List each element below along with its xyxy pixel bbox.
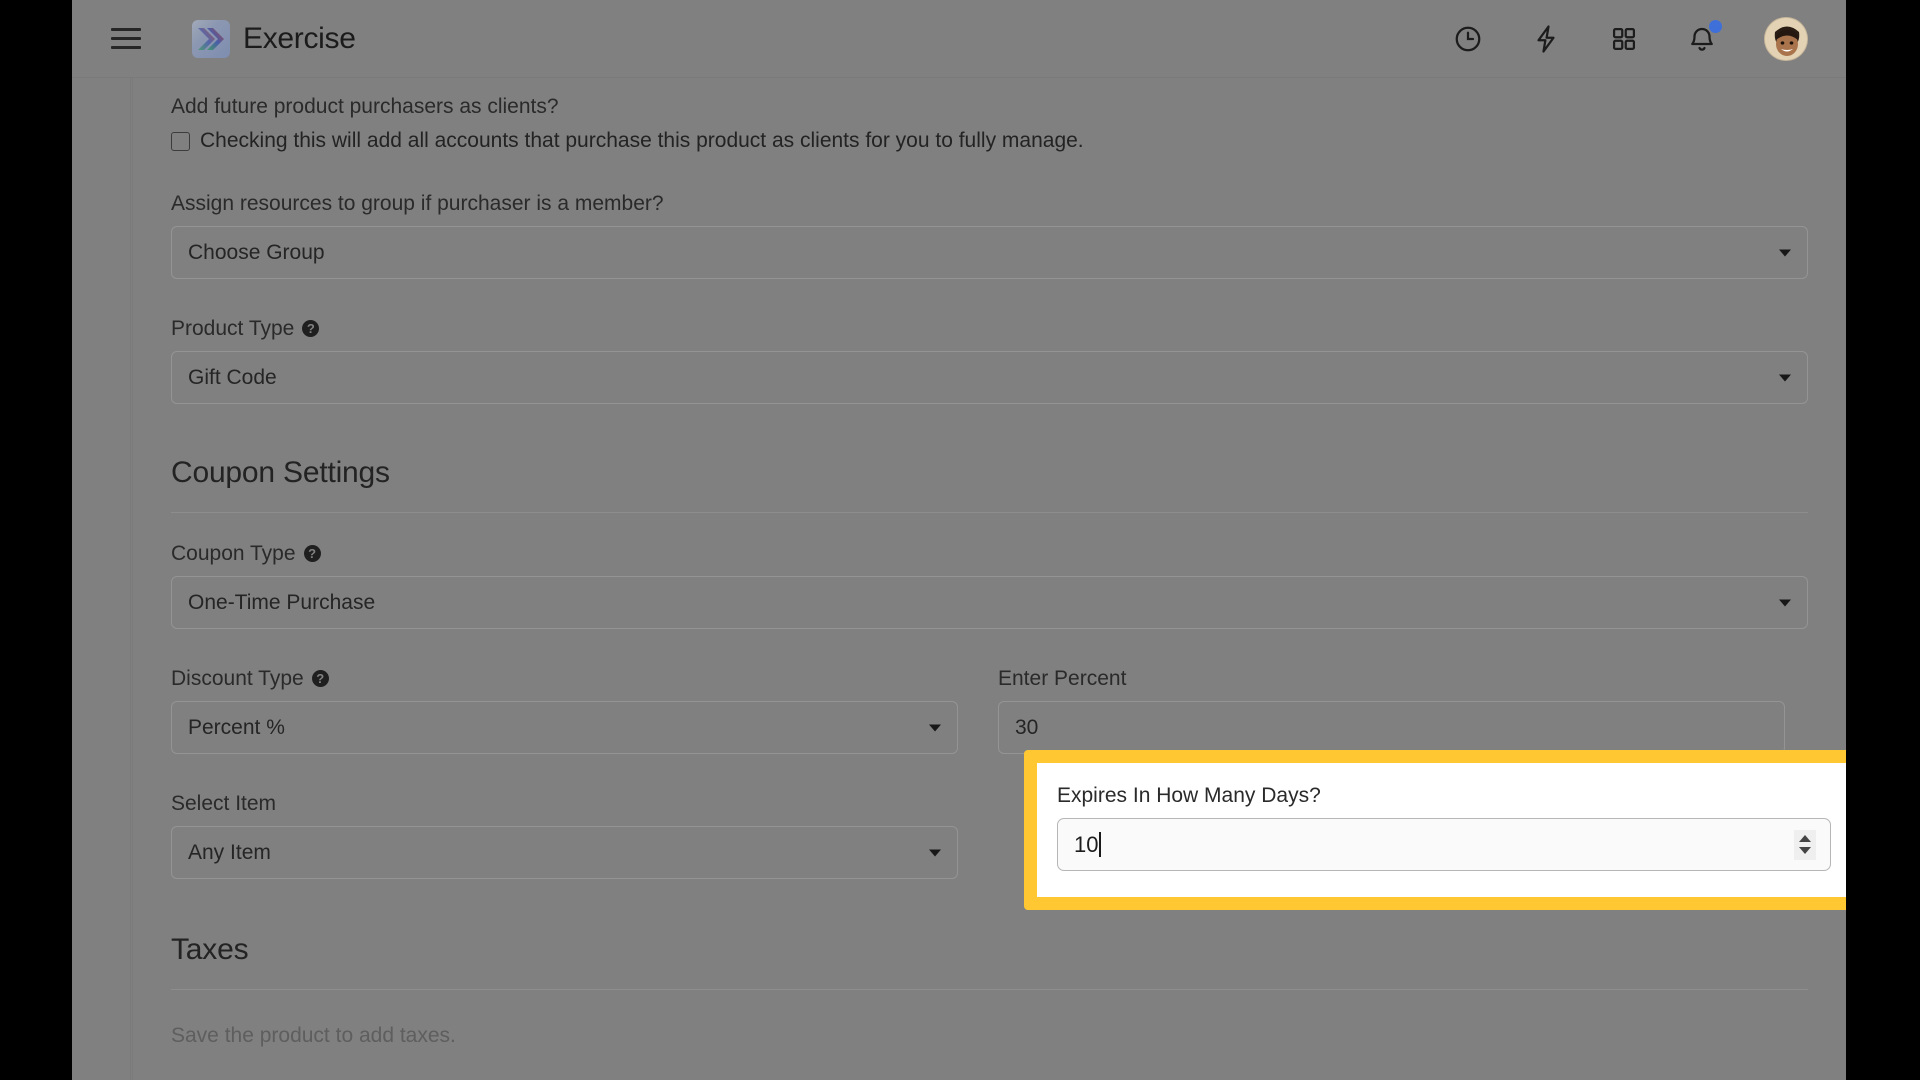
assign-group-field: Assign resources to group if purchaser i…	[171, 193, 1808, 279]
taxes-empty-text: Save the product to add taxes.	[171, 1024, 456, 1047]
product-type-select[interactable]: Gift Code	[171, 351, 1808, 404]
coupon-type-label-text: Coupon Type	[171, 542, 296, 565]
coupon-type-label: Coupon Type ?	[171, 543, 1808, 564]
select-item-label: Select Item	[171, 792, 277, 815]
product-type-label-text: Product Type	[171, 317, 295, 340]
product-type-field: Product Type ? Gift Code	[171, 318, 1808, 404]
help-icon[interactable]: ?	[302, 320, 320, 337]
help-icon[interactable]: ?	[311, 670, 329, 687]
sidebar-rail	[72, 78, 131, 1080]
app-header-actions	[1452, 16, 1808, 61]
expires-days-highlight-box: Expires In How Many Days? 10	[1024, 750, 1846, 910]
expires-days-value: 10	[1074, 831, 1099, 857]
coupon-type-field: Coupon Type ? One-Time Purchase	[171, 543, 1808, 629]
assign-group-label: Assign resources to group if purchaser i…	[171, 192, 664, 215]
avatar[interactable]	[1764, 16, 1808, 61]
enter-percent-field: Enter Percent 30	[998, 668, 1785, 754]
select-item-select[interactable]: Any Item	[171, 826, 958, 879]
browser-viewport: Exercise Add future product purchasers a…	[72, 0, 1846, 1080]
history-clock-icon[interactable]	[1452, 23, 1484, 55]
assign-group-value: Choose Group	[188, 240, 325, 264]
enter-percent-input[interactable]: 30	[998, 701, 1785, 754]
clients-checkbox[interactable]	[171, 131, 190, 151]
text-cursor	[1099, 832, 1102, 857]
discount-type-label-text: Discount Type	[171, 667, 304, 690]
coupon-settings-title: Coupon Settings	[171, 456, 390, 489]
chevron-down-icon	[1779, 599, 1791, 606]
section-divider	[171, 989, 1808, 990]
spinner-up-arrow-icon[interactable]	[1799, 835, 1811, 842]
spinner-down-arrow-icon[interactable]	[1799, 847, 1811, 854]
chevron-down-icon	[1779, 374, 1791, 381]
section-divider	[171, 512, 1808, 513]
clients-question-label: Add future product purchasers as clients…	[171, 95, 559, 118]
discount-row: Discount Type ? Percent % Enter Percent …	[171, 668, 1808, 754]
hamburger-menu-icon[interactable]	[111, 28, 141, 49]
app-header: Exercise	[72, 0, 1846, 78]
clients-question-group: Add future product purchasers as clients…	[171, 96, 1808, 153]
select-item-field: Select Item Any Item	[171, 793, 958, 879]
brand[interactable]: Exercise	[192, 19, 356, 58]
hamburger-line	[111, 37, 141, 40]
product-settings-card: Add future product purchasers as clients…	[132, 78, 1846, 1080]
select-item-value: Any Item	[188, 840, 271, 864]
hamburger-line	[111, 28, 141, 31]
brand-logo-icon	[192, 19, 230, 58]
hamburger-line	[111, 46, 141, 49]
coupon-type-select[interactable]: One-Time Purchase	[171, 576, 1808, 629]
clients-checkbox-label: Checking this will add all accounts that…	[200, 129, 1084, 152]
product-type-label: Product Type ?	[171, 318, 1808, 339]
discount-type-field: Discount Type ? Percent %	[171, 668, 958, 754]
chevron-down-icon	[929, 849, 941, 856]
coupon-settings-section: Coupon Settings	[171, 456, 1808, 513]
coupon-type-value: One-Time Purchase	[188, 590, 376, 614]
expires-days-field: Expires In How Many Days? 10	[1037, 763, 1846, 897]
discount-type-label: Discount Type ?	[171, 668, 958, 689]
lightning-bolt-icon[interactable]	[1530, 23, 1562, 55]
screen-root: Exercise Add future product purchasers a…	[0, 0, 1920, 1080]
clients-checkbox-row[interactable]: Checking this will add all accounts that…	[171, 129, 1808, 153]
brand-title: Exercise	[243, 21, 356, 55]
enter-percent-value: 30	[1015, 715, 1039, 739]
help-icon[interactable]: ?	[303, 545, 321, 562]
notifications-bell-icon[interactable]	[1686, 19, 1722, 55]
number-stepper[interactable]	[1794, 829, 1816, 860]
notification-badge-dot	[1709, 19, 1722, 33]
expires-days-input[interactable]: 10	[1057, 818, 1831, 871]
assign-group-select[interactable]: Choose Group	[171, 226, 1808, 279]
chevron-down-icon	[1779, 249, 1791, 256]
product-type-value: Gift Code	[188, 365, 277, 389]
apps-grid-icon[interactable]	[1608, 23, 1640, 55]
discount-type-value: Percent %	[188, 715, 285, 739]
chevron-down-icon	[929, 724, 941, 731]
taxes-section: Taxes Save the product to add taxes.	[171, 933, 1808, 1048]
enter-percent-label: Enter Percent	[998, 667, 1127, 690]
expires-days-label: Expires In How Many Days?	[1057, 784, 1321, 807]
discount-type-select[interactable]: Percent %	[171, 701, 958, 754]
taxes-title: Taxes	[171, 933, 249, 966]
